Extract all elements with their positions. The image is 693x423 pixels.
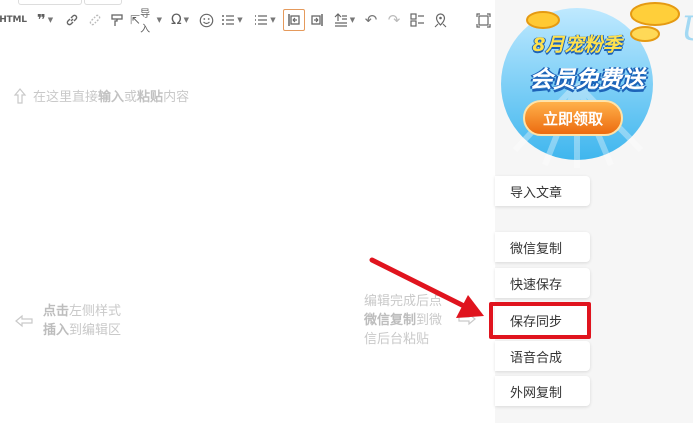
link-icon bbox=[66, 14, 78, 26]
left-style-hint: 点击左侧样式 插入到编辑区 bbox=[15, 302, 121, 340]
svg-text:U: U bbox=[681, 9, 693, 49]
promo-title-2: 会员免费送 bbox=[529, 67, 645, 93]
editor-placeholder: 在这里直接输入或粘贴内容 bbox=[13, 86, 189, 105]
chevron-down-icon: ▼ bbox=[237, 16, 243, 24]
quick-save-label: 快速保存 bbox=[510, 277, 563, 293]
redo-icon: ↷ bbox=[387, 11, 401, 29]
placeholder-input-word: 输入 bbox=[98, 90, 125, 105]
import-icon: ⇱ bbox=[130, 13, 141, 27]
editor-toolbar: HTML ❞ ▼ ⇱ 导入 ▼ Ω ▼ ▼ ▼ ▼ ↶ ↷ bbox=[0, 8, 495, 35]
claim-now-label: 立即领取 bbox=[542, 109, 603, 128]
indent-left-button[interactable] bbox=[283, 9, 305, 31]
chevron-down-icon: ▼ bbox=[270, 16, 276, 24]
annotation-highlight-box bbox=[489, 302, 591, 339]
unlink-icon bbox=[89, 14, 101, 26]
undo-button[interactable]: ↶ bbox=[362, 8, 380, 32]
placeholder-text: 内容 bbox=[163, 90, 190, 105]
chevron-down-icon: ▼ bbox=[183, 16, 190, 24]
emoji-button[interactable] bbox=[197, 8, 215, 32]
placeholder-text: 在这里直接 bbox=[33, 90, 99, 105]
unordered-list-button[interactable]: ▼ bbox=[252, 8, 278, 32]
promo-banner[interactable]: U 8月宠粉季 会员免费送 立即领取 bbox=[495, 0, 693, 168]
hint-text: 信后台粘贴 bbox=[364, 332, 430, 347]
claim-now-button[interactable]: 立即领取 bbox=[523, 100, 623, 136]
unordered-list-icon bbox=[255, 15, 268, 25]
tab-fragment bbox=[18, 0, 82, 5]
wechat-copy-label: 微信复制 bbox=[510, 241, 563, 257]
template-icon bbox=[409, 13, 424, 27]
external-copy-button[interactable]: 外网复制 bbox=[495, 376, 590, 406]
import-button[interactable]: ⇱ 导入 ▼ bbox=[130, 8, 162, 35]
emoji-icon bbox=[199, 13, 213, 27]
ordered-list-button[interactable]: ▼ bbox=[219, 8, 245, 32]
chevron-down-icon: ▼ bbox=[156, 16, 162, 24]
special-char-icon: Ω bbox=[170, 12, 182, 28]
indent-right-button[interactable] bbox=[308, 8, 326, 32]
arrow-left-icon bbox=[15, 314, 33, 328]
special-char-button[interactable]: Ω ▼ bbox=[168, 8, 192, 32]
fullscreen-icon bbox=[475, 12, 491, 28]
map-icon bbox=[434, 12, 446, 27]
tab-fragment bbox=[84, 0, 122, 5]
quote-button[interactable]: ❞ ▼ bbox=[32, 8, 58, 32]
text-to-speech-button[interactable]: 语音合成 bbox=[495, 341, 590, 371]
hint-insert-word: 插入 bbox=[43, 323, 70, 338]
indent-right-icon bbox=[311, 14, 323, 26]
annotation-red-arrow-icon bbox=[369, 257, 484, 318]
editor-area[interactable]: HTML ❞ ▼ ⇱ 导入 ▼ Ω ▼ ▼ ▼ ▼ ↶ ↷ 在这里直接输入或粘贴… bbox=[0, 0, 495, 423]
redo-button[interactable]: ↷ bbox=[385, 8, 403, 32]
placeholder-paste-word: 粘贴 bbox=[137, 90, 164, 105]
link-button[interactable] bbox=[63, 8, 81, 32]
quote-icon: ❞ bbox=[36, 11, 46, 29]
template-button[interactable] bbox=[407, 8, 427, 32]
html-source-button[interactable]: HTML bbox=[0, 8, 27, 32]
right-sidebar: U 8月宠粉季 会员免费送 立即领取 导入文章 微信复制 快速保存 保存同步 语… bbox=[495, 0, 693, 423]
hint-click-word: 点击 bbox=[43, 304, 70, 319]
quick-save-button[interactable]: 快速保存 bbox=[495, 268, 590, 298]
placeholder-text: 或 bbox=[124, 90, 138, 105]
ordered-list-icon bbox=[222, 15, 235, 25]
import-article-button[interactable]: 导入文章 bbox=[495, 176, 590, 206]
line-height-icon bbox=[334, 13, 347, 27]
external-copy-label: 外网复制 bbox=[510, 385, 563, 401]
chevron-down-icon: ▼ bbox=[47, 16, 54, 24]
import-label: 导入 bbox=[140, 9, 151, 35]
unlink-button[interactable] bbox=[86, 8, 104, 32]
indent-left-icon bbox=[288, 14, 300, 26]
wechat-copy-button[interactable]: 微信复制 bbox=[495, 232, 590, 262]
import-article-label: 导入文章 bbox=[510, 185, 563, 201]
fullscreen-button[interactable] bbox=[473, 8, 493, 32]
html-label: HTML bbox=[0, 15, 27, 25]
text-to-speech-label: 语音合成 bbox=[510, 350, 563, 366]
map-button[interactable] bbox=[430, 8, 450, 32]
arrow-up-icon bbox=[13, 87, 27, 104]
format-painter-icon bbox=[111, 14, 123, 26]
hint-text: 左侧样式 bbox=[69, 304, 122, 319]
chevron-down-icon: ▼ bbox=[349, 16, 356, 24]
hint-text: 到编辑区 bbox=[69, 323, 122, 338]
format-painter-button[interactable] bbox=[108, 8, 126, 32]
promo-title-1: 8月宠粉季 bbox=[532, 34, 622, 56]
line-height-button[interactable]: ▼ bbox=[331, 8, 357, 32]
undo-icon: ↶ bbox=[364, 11, 378, 29]
